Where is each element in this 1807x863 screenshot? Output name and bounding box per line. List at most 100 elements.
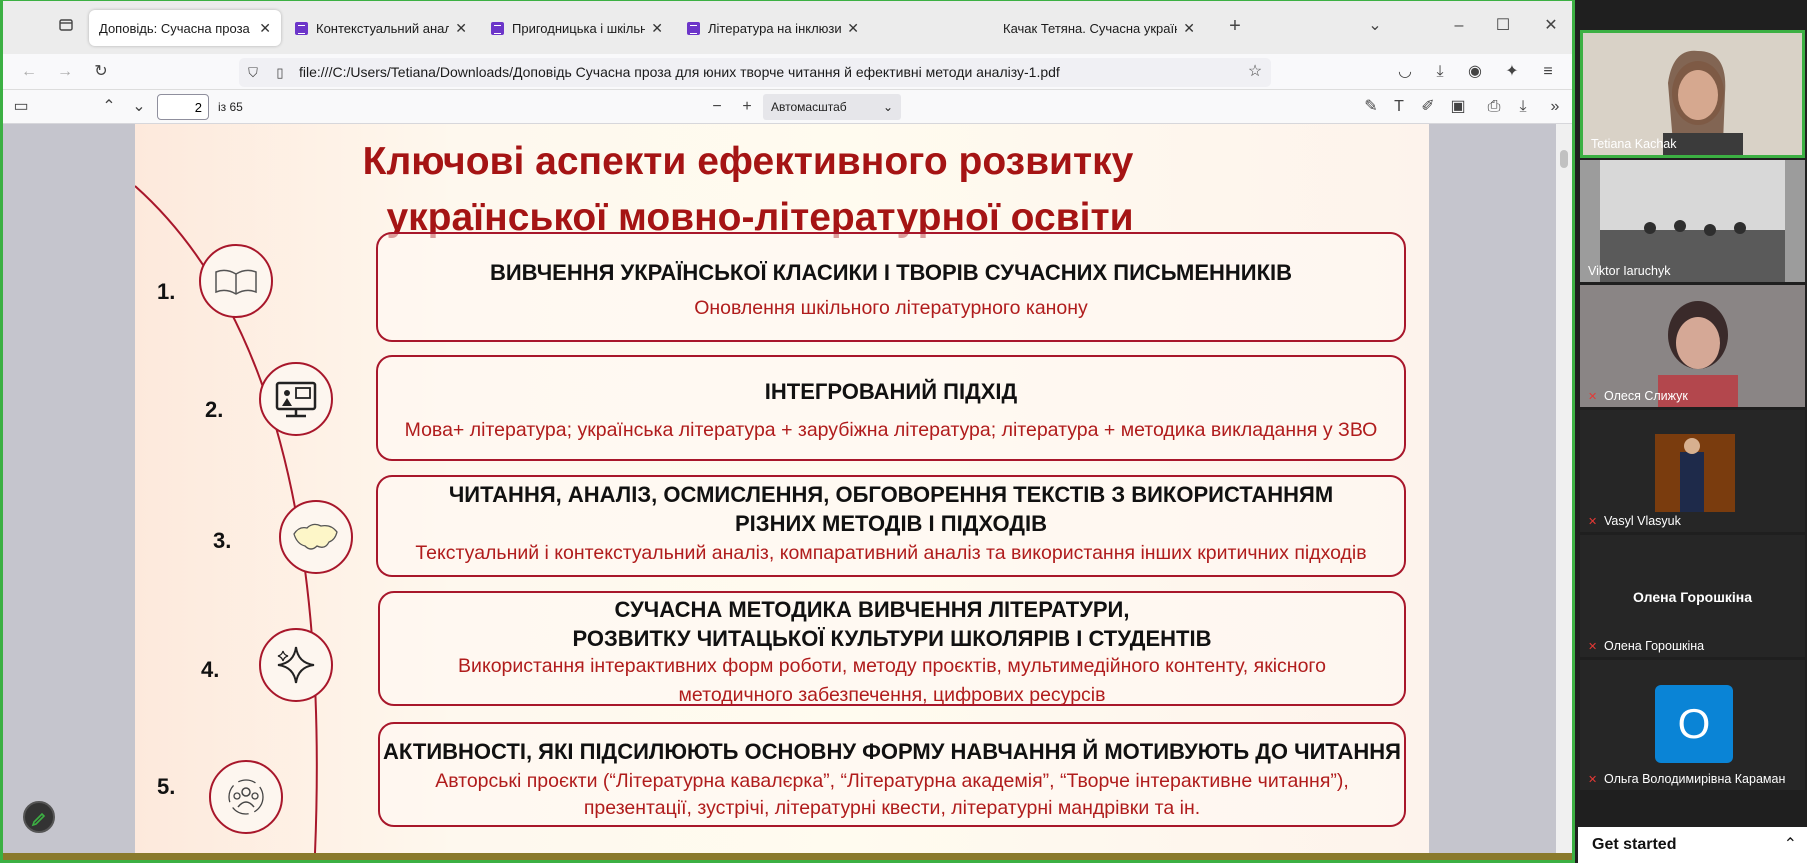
participant-tile[interactable]: Олена Горошкіна ✕ Олена Горошкіна bbox=[1580, 535, 1805, 657]
mic-off-icon: ✕ bbox=[1588, 391, 1598, 403]
tab-title: Пригодницька і шкільна проза bbox=[512, 20, 646, 36]
participant-name: ✕ Олеся Слижук bbox=[1588, 389, 1688, 403]
minimize-icon[interactable]: – bbox=[1447, 16, 1471, 36]
navigation-bar: ← → ↻ file:///C:/Users/Tetiana/Downloads… bbox=[3, 54, 1572, 90]
tab-bar: Доповідь: Сучасна проза для юних ✕ Конте… bbox=[3, 1, 1572, 54]
page-number-input[interactable] bbox=[157, 94, 209, 120]
get-started-label: Get started bbox=[1592, 836, 1677, 853]
close-icon[interactable]: ✕ bbox=[455, 20, 467, 37]
ukraine-map-icon bbox=[279, 500, 353, 574]
maximize-icon[interactable]: ☐ bbox=[1491, 16, 1515, 36]
item-number: 3. bbox=[213, 528, 232, 553]
card-heading: ІНТЕГРОВАНИЙ ПІДХІД bbox=[764, 379, 1018, 404]
extensions-icon[interactable]: ✦ bbox=[1500, 62, 1524, 82]
close-icon[interactable]: ✕ bbox=[1183, 20, 1195, 37]
forward-icon[interactable]: → bbox=[53, 62, 77, 82]
close-icon[interactable]: ✕ bbox=[847, 20, 859, 37]
image-icon[interactable]: ▣ bbox=[1446, 97, 1470, 117]
zoom-out-icon[interactable]: − bbox=[705, 97, 729, 117]
highlight-icon[interactable]: ✎ bbox=[1359, 97, 1383, 117]
slide-title-line1: Ключові аспекти ефективного розвитку bbox=[362, 140, 1134, 183]
forms-icon bbox=[491, 21, 504, 35]
text-tool-icon[interactable]: T bbox=[1387, 97, 1411, 117]
aspect-card-1: ВИВЧЕННЯ УКРАЇНСЬКОЇ КЛАСИКИ І ТВОРІВ СУ… bbox=[376, 232, 1406, 342]
aspect-card-4: СУЧАСНА МЕТОДИКА ВИВЧЕННЯ ЛІТЕРАТУРИ, РО… bbox=[378, 591, 1406, 706]
mic-off-icon: ✕ bbox=[1588, 774, 1598, 786]
bookmark-star-icon[interactable]: ☆ bbox=[1243, 62, 1267, 82]
draw-icon[interactable]: ✐ bbox=[1416, 97, 1440, 117]
chevron-down-icon[interactable]: ⌄ bbox=[1363, 16, 1387, 36]
participant-display-name: Олена Горошкіна bbox=[1632, 589, 1753, 605]
participant-name: Tetiana Kachak bbox=[1591, 137, 1677, 151]
next-page-icon[interactable]: ⌄ bbox=[127, 97, 151, 117]
tab-inclusive-literature[interactable]: Література на інклюзивну тем ✕ bbox=[677, 10, 869, 46]
card-subtext: Мова+ література; українська література … bbox=[404, 419, 1378, 441]
downloads-icon[interactable]: ⤓ bbox=[1428, 62, 1452, 82]
card-subtext: Авторські проєкти (“Літературна кавалєрк… bbox=[435, 770, 1349, 792]
address-bar[interactable]: file:///C:/Users/Tetiana/Downloads/Допов… bbox=[239, 58, 1271, 87]
sidebar-toggle-icon[interactable]: ▭ bbox=[9, 97, 33, 117]
tab-title: Література на інклюзивну тем bbox=[708, 20, 842, 36]
participant-tile[interactable]: Viktor Iaruchyk bbox=[1580, 160, 1805, 282]
reload-icon[interactable]: ↻ bbox=[89, 62, 113, 82]
participant-name: ✕ Ольга Володимирівна Караман bbox=[1588, 772, 1785, 786]
tab-context-analysis[interactable]: Контекстуальний аналіз худож ✕ bbox=[285, 10, 477, 46]
forms-icon bbox=[687, 21, 700, 35]
account-icon[interactable]: ◉ bbox=[1463, 62, 1487, 82]
back-icon[interactable]: ← bbox=[17, 62, 41, 82]
group-people-icon bbox=[209, 760, 283, 834]
card-heading-line2: РОЗВИТКУ ЧИТАЦЬКОЇ КУЛЬТУРИ ШКОЛЯРІВ І С… bbox=[572, 626, 1212, 651]
tab-title: Контекстуальний аналіз худож bbox=[316, 20, 450, 36]
tab-adventure-prose[interactable]: Пригодницька і шкільна проза ✕ bbox=[481, 10, 673, 46]
participant-tile[interactable]: О ✕ Ольга Володимирівна Караман bbox=[1580, 660, 1805, 790]
save-icon[interactable]: ⤓ bbox=[1511, 97, 1535, 117]
previous-page-icon[interactable]: ⌃ bbox=[97, 97, 121, 117]
slide-page: Ключові аспекти ефективного розвитку укр… bbox=[135, 124, 1429, 853]
edit-pen-button[interactable] bbox=[23, 801, 55, 833]
participant-name: Viktor Iaruchyk bbox=[1588, 264, 1671, 278]
zoom-select[interactable]: Автомасштаб ⌄ bbox=[763, 94, 901, 120]
pocket-icon[interactable]: ◡ bbox=[1393, 62, 1417, 82]
browser-window: Доповідь: Сучасна проза для юних ✕ Конте… bbox=[0, 0, 1575, 863]
window-close-icon[interactable]: ✕ bbox=[1539, 16, 1563, 36]
participant-name-text: Vasyl Vlasyuk bbox=[1604, 514, 1681, 528]
participant-name-text: Олена Горошкіна bbox=[1604, 639, 1705, 653]
page-total: із 65 bbox=[218, 100, 243, 114]
menu-icon[interactable]: ≡ bbox=[1536, 62, 1560, 82]
presentation-monitor-icon bbox=[259, 362, 333, 436]
page-icon[interactable]: ▯ bbox=[268, 63, 292, 83]
video-call-panel: Tetiana Kachak Viktor Iaruchyk ✕ Олеся Сл… bbox=[1578, 0, 1807, 863]
item-number: 1. bbox=[157, 279, 176, 304]
participant-tile[interactable]: ✕ Vasyl Vlasyuk bbox=[1580, 410, 1805, 532]
card-heading: ВИВЧЕННЯ УКРАЇНСЬКОЇ КЛАСИКИ І ТВОРІВ СУ… bbox=[489, 260, 1293, 285]
get-started-button[interactable]: Get started ⌃ bbox=[1578, 827, 1807, 863]
shield-icon[interactable]: ⛉ bbox=[241, 63, 265, 83]
item-number: 4. bbox=[201, 657, 220, 682]
item-number: 5. bbox=[157, 774, 176, 799]
participant-name: ✕ Олена Горошкіна bbox=[1588, 639, 1704, 653]
close-icon[interactable]: ✕ bbox=[651, 20, 663, 37]
tab-title: Качак Тетяна. Сучасна українська bbox=[1003, 20, 1177, 36]
tab-doc-pdf[interactable]: Доповідь: Сучасна проза для юних ✕ bbox=[89, 10, 281, 46]
card-subtext: Оновлення шкільного літературного канону bbox=[694, 297, 1088, 319]
card-heading-line2: РІЗНИХ МЕТОДІВ І ПІДХОДІВ bbox=[735, 511, 1047, 536]
vertical-scrollbar[interactable] bbox=[1556, 124, 1572, 853]
card-subtext: Текстуальний і контекстуальний аналіз, к… bbox=[415, 542, 1367, 564]
sparkle-icon bbox=[259, 628, 333, 702]
new-tab-button[interactable]: + bbox=[1223, 16, 1247, 36]
forms-icon bbox=[295, 21, 308, 35]
chevron-down-icon: ⌄ bbox=[882, 100, 893, 114]
participant-tile[interactable]: ✕ Олеся Слижук bbox=[1580, 285, 1805, 407]
more-tools-icon[interactable]: » bbox=[1543, 97, 1567, 117]
participant-tile[interactable]: Tetiana Kachak bbox=[1580, 30, 1805, 158]
pdf-viewer[interactable]: Ключові аспекти ефективного розвитку укр… bbox=[3, 124, 1572, 853]
item-number: 2. bbox=[205, 397, 224, 422]
close-icon[interactable]: ✕ bbox=[259, 20, 271, 37]
tab-kachak-modern[interactable]: Качак Тетяна. Сучасна українська ✕ bbox=[993, 10, 1205, 46]
url-text: file:///C:/Users/Tetiana/Downloads/Допов… bbox=[299, 64, 1060, 80]
print-icon[interactable]: ⎙ bbox=[1482, 97, 1506, 117]
scroll-thumb[interactable] bbox=[1560, 150, 1568, 168]
mic-off-icon: ✕ bbox=[1588, 516, 1598, 528]
zoom-in-icon[interactable]: + bbox=[735, 97, 759, 117]
tab-list-icon[interactable] bbox=[54, 17, 78, 39]
